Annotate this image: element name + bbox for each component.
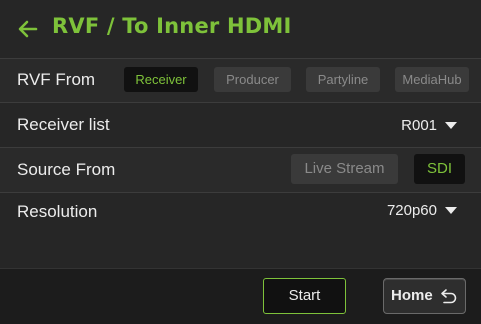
resolution-dropdown[interactable]: 720p60: [387, 202, 457, 219]
footer-bar: Start Home: [0, 268, 481, 324]
rvf-from-label: RVF From: [17, 70, 96, 89]
header: RVF / To Inner HDMI: [0, 0, 481, 59]
rvf-from-partyline-button[interactable]: Partyline: [306, 67, 380, 92]
caret-down-icon: [445, 207, 457, 214]
rvf-screen: RVF / To Inner HDMI RVF From Receiver Pr…: [0, 0, 481, 324]
home-button-label: Home: [391, 287, 433, 304]
receiver-list-value: R001: [401, 117, 437, 134]
source-live-stream-button[interactable]: Live Stream: [291, 154, 398, 184]
rvf-from-row: RVF From Receiver Producer Partyline Med…: [0, 59, 481, 103]
resolution-label: Resolution: [17, 202, 98, 221]
start-button[interactable]: Start: [263, 278, 346, 314]
rvf-from-producer-button[interactable]: Producer: [214, 67, 291, 92]
receiver-list-label: Receiver list: [17, 115, 110, 134]
resolution-row: Resolution 720p60: [0, 193, 481, 228]
caret-down-icon: [445, 122, 457, 129]
receiver-list-dropdown[interactable]: R001: [401, 117, 457, 134]
return-icon: [441, 289, 457, 304]
source-from-label: Source From: [17, 160, 116, 179]
source-from-row: Source From Live Stream SDI: [0, 148, 481, 193]
receiver-list-row: Receiver list R001: [0, 103, 481, 148]
home-button[interactable]: Home: [383, 278, 466, 314]
source-sdi-button[interactable]: SDI: [414, 154, 465, 184]
rvf-from-receiver-button[interactable]: Receiver: [124, 67, 198, 92]
page-title: RVF / To Inner HDMI: [52, 14, 292, 38]
resolution-value: 720p60: [386, 202, 437, 219]
rvf-from-mediahub-button[interactable]: MediaHub: [395, 67, 469, 92]
arrow-left-icon[interactable]: [16, 17, 40, 41]
